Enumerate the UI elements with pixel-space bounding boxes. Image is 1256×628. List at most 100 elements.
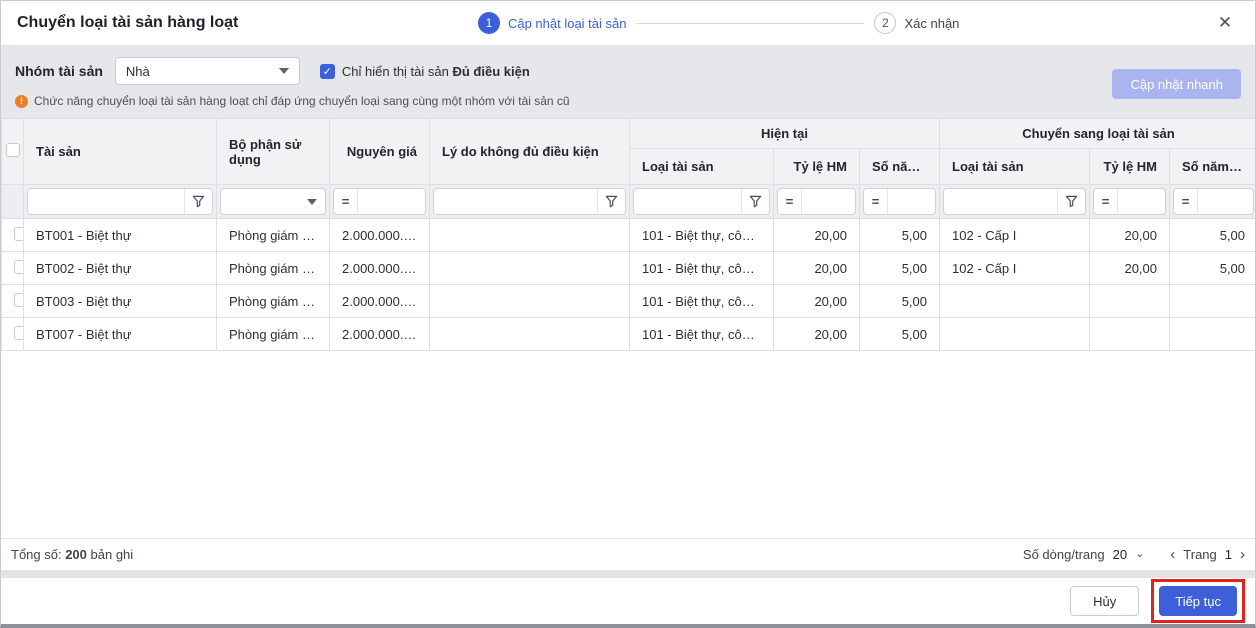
cell-asset: BT001 - Biệt thự xyxy=(24,219,217,252)
col-header-current-years[interactable]: Số năm SD xyxy=(860,149,940,185)
row-checkbox[interactable] xyxy=(14,260,24,274)
cell-new-type[interactable]: 102 - Cấp I xyxy=(940,252,1090,285)
filter-operator-equals[interactable]: = xyxy=(1174,189,1198,214)
cell-reason xyxy=(430,219,630,252)
quick-update-button[interactable]: Cập nhật nhanh xyxy=(1112,69,1241,99)
bottom-action-bar: Hủy Tiếp tục xyxy=(1,578,1255,624)
toolbar: Nhóm tài sản Nhà ✓ Chỉ hiển thị tài sản … xyxy=(1,46,1255,118)
filter-new-type-input[interactable] xyxy=(944,189,1057,214)
step-1-update-asset-type[interactable]: 1 Cập nhật loại tài sản xyxy=(478,12,627,34)
table-row[interactable]: BT002 - Biệt thự Phòng giám đốc 2.000.00… xyxy=(2,252,1256,285)
col-header-new-type[interactable]: Loại tài sản xyxy=(940,149,1090,185)
row-checkbox[interactable] xyxy=(14,227,24,241)
select-all-checkbox[interactable] xyxy=(6,143,20,157)
cell-new-type[interactable]: 102 - Cấp I xyxy=(940,219,1090,252)
chevron-down-icon[interactable]: ⌄ xyxy=(1135,549,1144,560)
filter-asset-cell xyxy=(24,185,217,219)
col-header-cost[interactable]: Nguyên giá xyxy=(330,119,430,185)
page-title: Chuyển loại tài sản hàng loạt xyxy=(17,14,238,32)
cell-reason xyxy=(430,318,630,351)
cell-new-rate[interactable] xyxy=(1090,285,1170,318)
row-checkbox[interactable] xyxy=(14,326,24,340)
filter-cost-cell: = xyxy=(330,185,430,219)
filter-funnel-icon[interactable] xyxy=(1057,189,1085,214)
cell-current-type: 101 - Biệt thự, công tr... xyxy=(630,285,774,318)
cell-new-type[interactable] xyxy=(940,285,1090,318)
next-page-icon[interactable]: › xyxy=(1240,547,1245,562)
eligible-only-checkbox-wrap[interactable]: ✓ Chỉ hiển thị tài sản Đủ điều kiện xyxy=(320,64,530,79)
cell-reason xyxy=(430,285,630,318)
row-checkbox[interactable] xyxy=(14,293,24,307)
cell-current-type: 101 - Biệt thự, công tr... xyxy=(630,318,774,351)
cell-new-rate[interactable]: 20,00 xyxy=(1090,252,1170,285)
cell-current-type: 101 - Biệt thự, công tr... xyxy=(630,252,774,285)
annotation-highlight-box: Tiếp tục xyxy=(1151,579,1245,623)
filter-operator-equals[interactable]: = xyxy=(334,189,358,214)
cell-new-years[interactable]: 5,00 xyxy=(1170,219,1255,252)
close-icon[interactable]: ✕ xyxy=(1211,9,1239,37)
filter-cost-input[interactable] xyxy=(358,189,425,214)
step-2-label: Xác nhận xyxy=(904,16,959,31)
cell-current-years: 5,00 xyxy=(860,252,940,285)
page-value[interactable]: 1 xyxy=(1225,547,1232,562)
cell-new-rate[interactable] xyxy=(1090,318,1170,351)
table-row[interactable]: BT007 - Biệt thự Phòng giám đốc 2.000.00… xyxy=(2,318,1256,351)
step-2-number: 2 xyxy=(874,12,896,34)
continue-button[interactable]: Tiếp tục xyxy=(1159,586,1237,616)
filter-operator-equals[interactable]: = xyxy=(778,189,802,214)
cell-new-years[interactable] xyxy=(1170,318,1255,351)
filter-reason-input[interactable] xyxy=(434,189,597,214)
col-header-new-rate[interactable]: Tỷ lệ HM xyxy=(1090,149,1170,185)
step-2-confirm[interactable]: 2 Xác nhận xyxy=(874,12,959,34)
footer-divider xyxy=(1,570,1255,578)
filter-current-years-input[interactable] xyxy=(888,189,935,214)
col-header-current-rate[interactable]: Tỷ lệ HM xyxy=(774,149,860,185)
filter-new-rate-input[interactable] xyxy=(1118,189,1165,214)
page-label: Trang xyxy=(1183,547,1216,562)
filter-new-type-cell xyxy=(940,185,1090,219)
filter-funnel-icon[interactable] xyxy=(741,189,769,214)
cell-new-years[interactable]: 5,00 xyxy=(1170,252,1255,285)
filter-asset-input[interactable] xyxy=(28,189,184,214)
col-header-reason[interactable]: Lý do không đủ điều kiện xyxy=(430,119,630,185)
filter-current-type-cell xyxy=(630,185,774,219)
bulk-asset-type-change-dialog: Chuyển loại tài sản hàng loạt 1 Cập nhật… xyxy=(0,0,1256,628)
cell-cost: 2.000.000.000 xyxy=(330,285,430,318)
filter-funnel-icon[interactable] xyxy=(597,189,625,214)
col-header-asset[interactable]: Tài sản xyxy=(24,119,217,185)
filter-new-rate-cell: = xyxy=(1090,185,1170,219)
filter-operator-equals[interactable]: = xyxy=(864,189,888,214)
cell-new-rate[interactable]: 20,00 xyxy=(1090,219,1170,252)
cell-new-years[interactable] xyxy=(1170,285,1255,318)
filter-new-years-input[interactable] xyxy=(1198,189,1253,214)
total-suffix: bản ghi xyxy=(87,547,133,562)
checkbox-checked-icon[interactable]: ✓ xyxy=(320,64,335,79)
filter-current-type-input[interactable] xyxy=(634,189,741,214)
col-header-new-years[interactable]: Số năm SD xyxy=(1170,149,1255,185)
total-prefix: Tổng số: xyxy=(11,547,65,562)
rows-per-page-value[interactable]: 20 xyxy=(1113,547,1127,562)
table-row[interactable]: BT003 - Biệt thự Phòng giám đốc 2.000.00… xyxy=(2,285,1256,318)
cell-department: Phòng giám đốc xyxy=(217,285,330,318)
filter-operator-equals[interactable]: = xyxy=(1094,189,1118,214)
chevron-down-icon[interactable] xyxy=(299,199,325,205)
eligible-only-label-bold: Đủ điều kiện xyxy=(452,64,529,79)
footer-bar: Tổng số: 200 bản ghi Số dòng/trang 20 ⌄ … xyxy=(1,538,1255,570)
col-header-current-type[interactable]: Loại tài sản xyxy=(630,149,774,185)
info-note-text: Chức năng chuyển loại tài sản hàng loạt … xyxy=(34,94,570,108)
info-note: ! Chức năng chuyển loại tài sản hàng loạ… xyxy=(15,94,1241,108)
filter-funnel-icon[interactable] xyxy=(184,189,212,214)
asset-group-select[interactable]: Nhà xyxy=(115,57,300,85)
prev-page-icon[interactable]: ‹ xyxy=(1170,547,1175,562)
stepper: 1 Cập nhật loại tài sản 2 Xác nhận xyxy=(238,12,1199,34)
filter-current-rate-input[interactable] xyxy=(802,189,855,214)
title-bar: Chuyển loại tài sản hàng loạt 1 Cập nhật… xyxy=(1,1,1255,46)
col-group-new: Chuyển sang loại tài sản xyxy=(940,119,1255,149)
table-row[interactable]: BT001 - Biệt thự Phòng giám đốc 2.000.00… xyxy=(2,219,1256,252)
filter-current-rate-cell: = xyxy=(774,185,860,219)
cancel-button[interactable]: Hủy xyxy=(1070,586,1139,616)
cell-department: Phòng giám đốc xyxy=(217,219,330,252)
cell-new-type[interactable] xyxy=(940,318,1090,351)
col-header-department[interactable]: Bộ phận sử dụng xyxy=(217,119,330,185)
filter-department-input[interactable] xyxy=(221,189,299,214)
